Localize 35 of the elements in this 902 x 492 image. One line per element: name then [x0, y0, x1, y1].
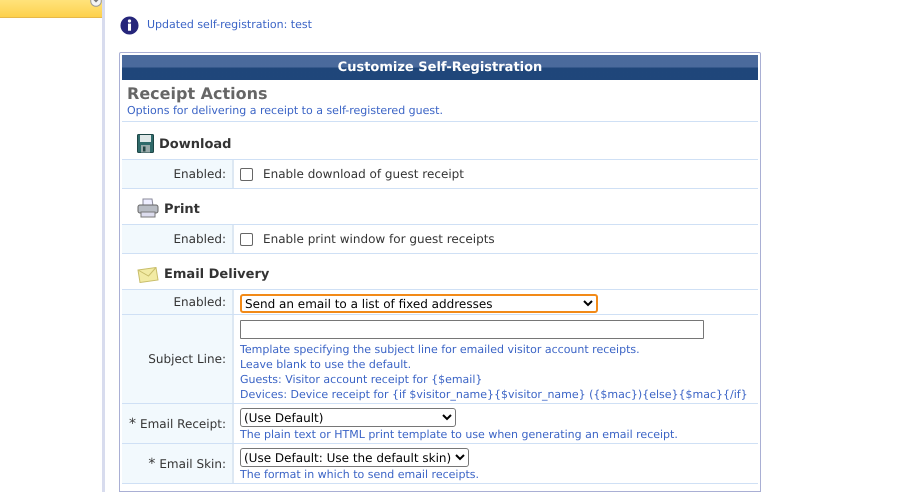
field-label: Subject Line: — [148, 351, 226, 368]
hint-text: Devices: Device receipt for {if $visitor_name}{$visitor_name} ({$mac}){else}{$mac}{/if} — [240, 387, 749, 402]
required-mark: * — [148, 456, 156, 470]
field-label: Enabled: — [173, 166, 226, 183]
hint-text: Template specifying the subject line for emailed visitor account receipts. — [240, 342, 641, 357]
field-label: Email Receipt: — [140, 416, 226, 432]
dropdown[interactable]: Send an email to a list of fixed addresses — [240, 294, 598, 313]
status-message: Updated self-registration: test — [147, 17, 312, 34]
checkbox[interactable] — [240, 168, 253, 180]
envelope-icon — [137, 267, 159, 283]
group-heading: Download — [159, 137, 232, 153]
section-title: Receipt Actions — [127, 84, 269, 104]
group-heading: Email Delivery — [164, 267, 270, 283]
checkbox[interactable] — [240, 232, 253, 246]
chevron-icon — [442, 414, 452, 421]
field-label: Enabled: — [173, 294, 226, 311]
required-mark: * — [129, 416, 136, 430]
hint-text: Leave blank to use the default. — [240, 357, 412, 372]
chevron-icon — [583, 300, 593, 307]
dropdown[interactable]: (Use Default: Use the default skin) — [240, 448, 470, 467]
subject-input[interactable] — [240, 320, 704, 339]
info-icon — [120, 16, 139, 35]
section-description: Options for delivering a receipt to a self-registered guest. — [127, 104, 444, 118]
field-label: Enabled: — [173, 231, 226, 248]
hint-text: Guests: Visitor account receipt for {$email} — [240, 372, 484, 387]
hint-text: The format in which to send email receipts. — [240, 467, 480, 482]
panel-title: Customize Self-Registration — [122, 55, 758, 80]
printer-icon — [137, 198, 159, 218]
chevron-icon — [455, 454, 466, 461]
field-label: Email Skin: — [159, 456, 226, 472]
dropdown[interactable]: (Use Default) — [240, 408, 456, 427]
group-heading: Print — [164, 202, 200, 218]
checkbox-label: Enable download of guest receipt — [263, 166, 464, 183]
checkbox-label: Enable print window for guest receipts — [263, 231, 495, 248]
hint-text: The plain text or HTML print template to use when generating an email receipt. — [240, 427, 679, 442]
